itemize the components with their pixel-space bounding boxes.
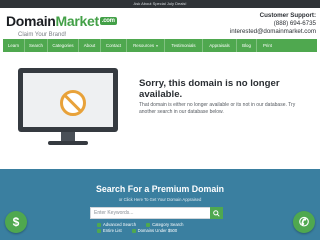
nav-appraisals-label: Appraisals	[209, 43, 230, 48]
support-email[interactable]: interested@domainmarket.com	[230, 28, 316, 36]
dollar-button[interactable]: $	[5, 211, 27, 233]
logo-part-2: Market	[55, 13, 100, 29]
nav-blog[interactable]: Blog	[237, 39, 257, 52]
main-nav: Learn Search Categories About Contact Re…	[3, 39, 317, 52]
customer-support: Customer Support: (888) 694-6735 interes…	[230, 12, 316, 36]
keyword-search-input[interactable]: Enter Keywords...	[90, 207, 210, 219]
nav-blog-label: Blog	[242, 43, 251, 48]
site-header: DomainMarket .com Claim Your Brand! Custo…	[0, 8, 320, 38]
tagline: Claim Your Brand!	[18, 32, 67, 38]
bullet-icon	[97, 229, 101, 233]
nav-testimonials-label: Testimonials	[171, 43, 196, 48]
monitor-base	[48, 141, 88, 145]
prohibited-icon	[60, 90, 86, 116]
support-phone[interactable]: (888) 694-6735	[230, 20, 316, 28]
monitor-screen	[23, 73, 113, 127]
monitor-illustration	[18, 68, 118, 146]
monitor-stand	[61, 132, 75, 141]
nav-contact-label: Contact	[105, 43, 122, 48]
nav-about-label: About	[83, 43, 96, 48]
unavailable-title: Sorry, this domain is no longer availabl…	[139, 78, 280, 100]
support-label: Customer Support:	[259, 12, 316, 19]
monitor-frame	[18, 68, 118, 132]
domains-under-500-label: Domains Under $500	[137, 228, 178, 233]
logo-part-1: Domain	[6, 13, 56, 29]
entire-list-label: Entire List	[103, 228, 122, 233]
unavailable-description: That domain is either no longer availabl…	[139, 102, 296, 115]
entire-list-link[interactable]: Entire List	[97, 228, 122, 234]
nav-learn[interactable]: Learn	[3, 39, 25, 52]
nav-categories[interactable]: Categories	[48, 39, 79, 52]
chevron-down-icon: ▾	[156, 43, 158, 48]
nav-resources[interactable]: Resources ▾	[127, 39, 165, 52]
nav-print-label: Print	[262, 43, 273, 48]
logo-suffix: .com	[99, 17, 117, 25]
bullet-icon	[131, 229, 136, 233]
nav-contact[interactable]: Contact	[101, 39, 127, 52]
nav-categories-label: Categories	[52, 43, 74, 48]
appraisal-link[interactable]: or Click Here To Get Your Domain Apprais…	[0, 197, 320, 202]
dollar-icon: $	[12, 215, 20, 229]
search-submit-button[interactable]	[210, 207, 223, 219]
phone-icon: ✆	[298, 215, 310, 229]
search-links: Advanced Search Category Search Entire L…	[97, 222, 223, 234]
bullet-icon	[97, 223, 101, 227]
nav-resources-label: Resources	[133, 43, 155, 48]
nav-learn-label: Learn	[7, 43, 20, 48]
search-icon	[213, 209, 220, 217]
domains-under-500-link[interactable]: Domains Under $500	[131, 228, 178, 234]
nav-appraisals[interactable]: Appraisals	[203, 39, 237, 52]
nav-testimonials[interactable]: Testimonials	[165, 39, 203, 52]
bullet-icon	[146, 223, 151, 227]
nav-search-label: Search	[29, 43, 43, 48]
site-logo[interactable]: DomainMarket .com	[6, 13, 117, 29]
phone-button[interactable]: ✆	[293, 211, 315, 233]
search-title: Search For a Premium Domain	[95, 184, 225, 194]
nav-print[interactable]: Print	[257, 39, 278, 52]
nav-about[interactable]: About	[79, 39, 101, 52]
nav-search[interactable]: Search	[25, 39, 48, 52]
promo-bar[interactable]: Ask About Special July Deals!	[0, 0, 320, 8]
